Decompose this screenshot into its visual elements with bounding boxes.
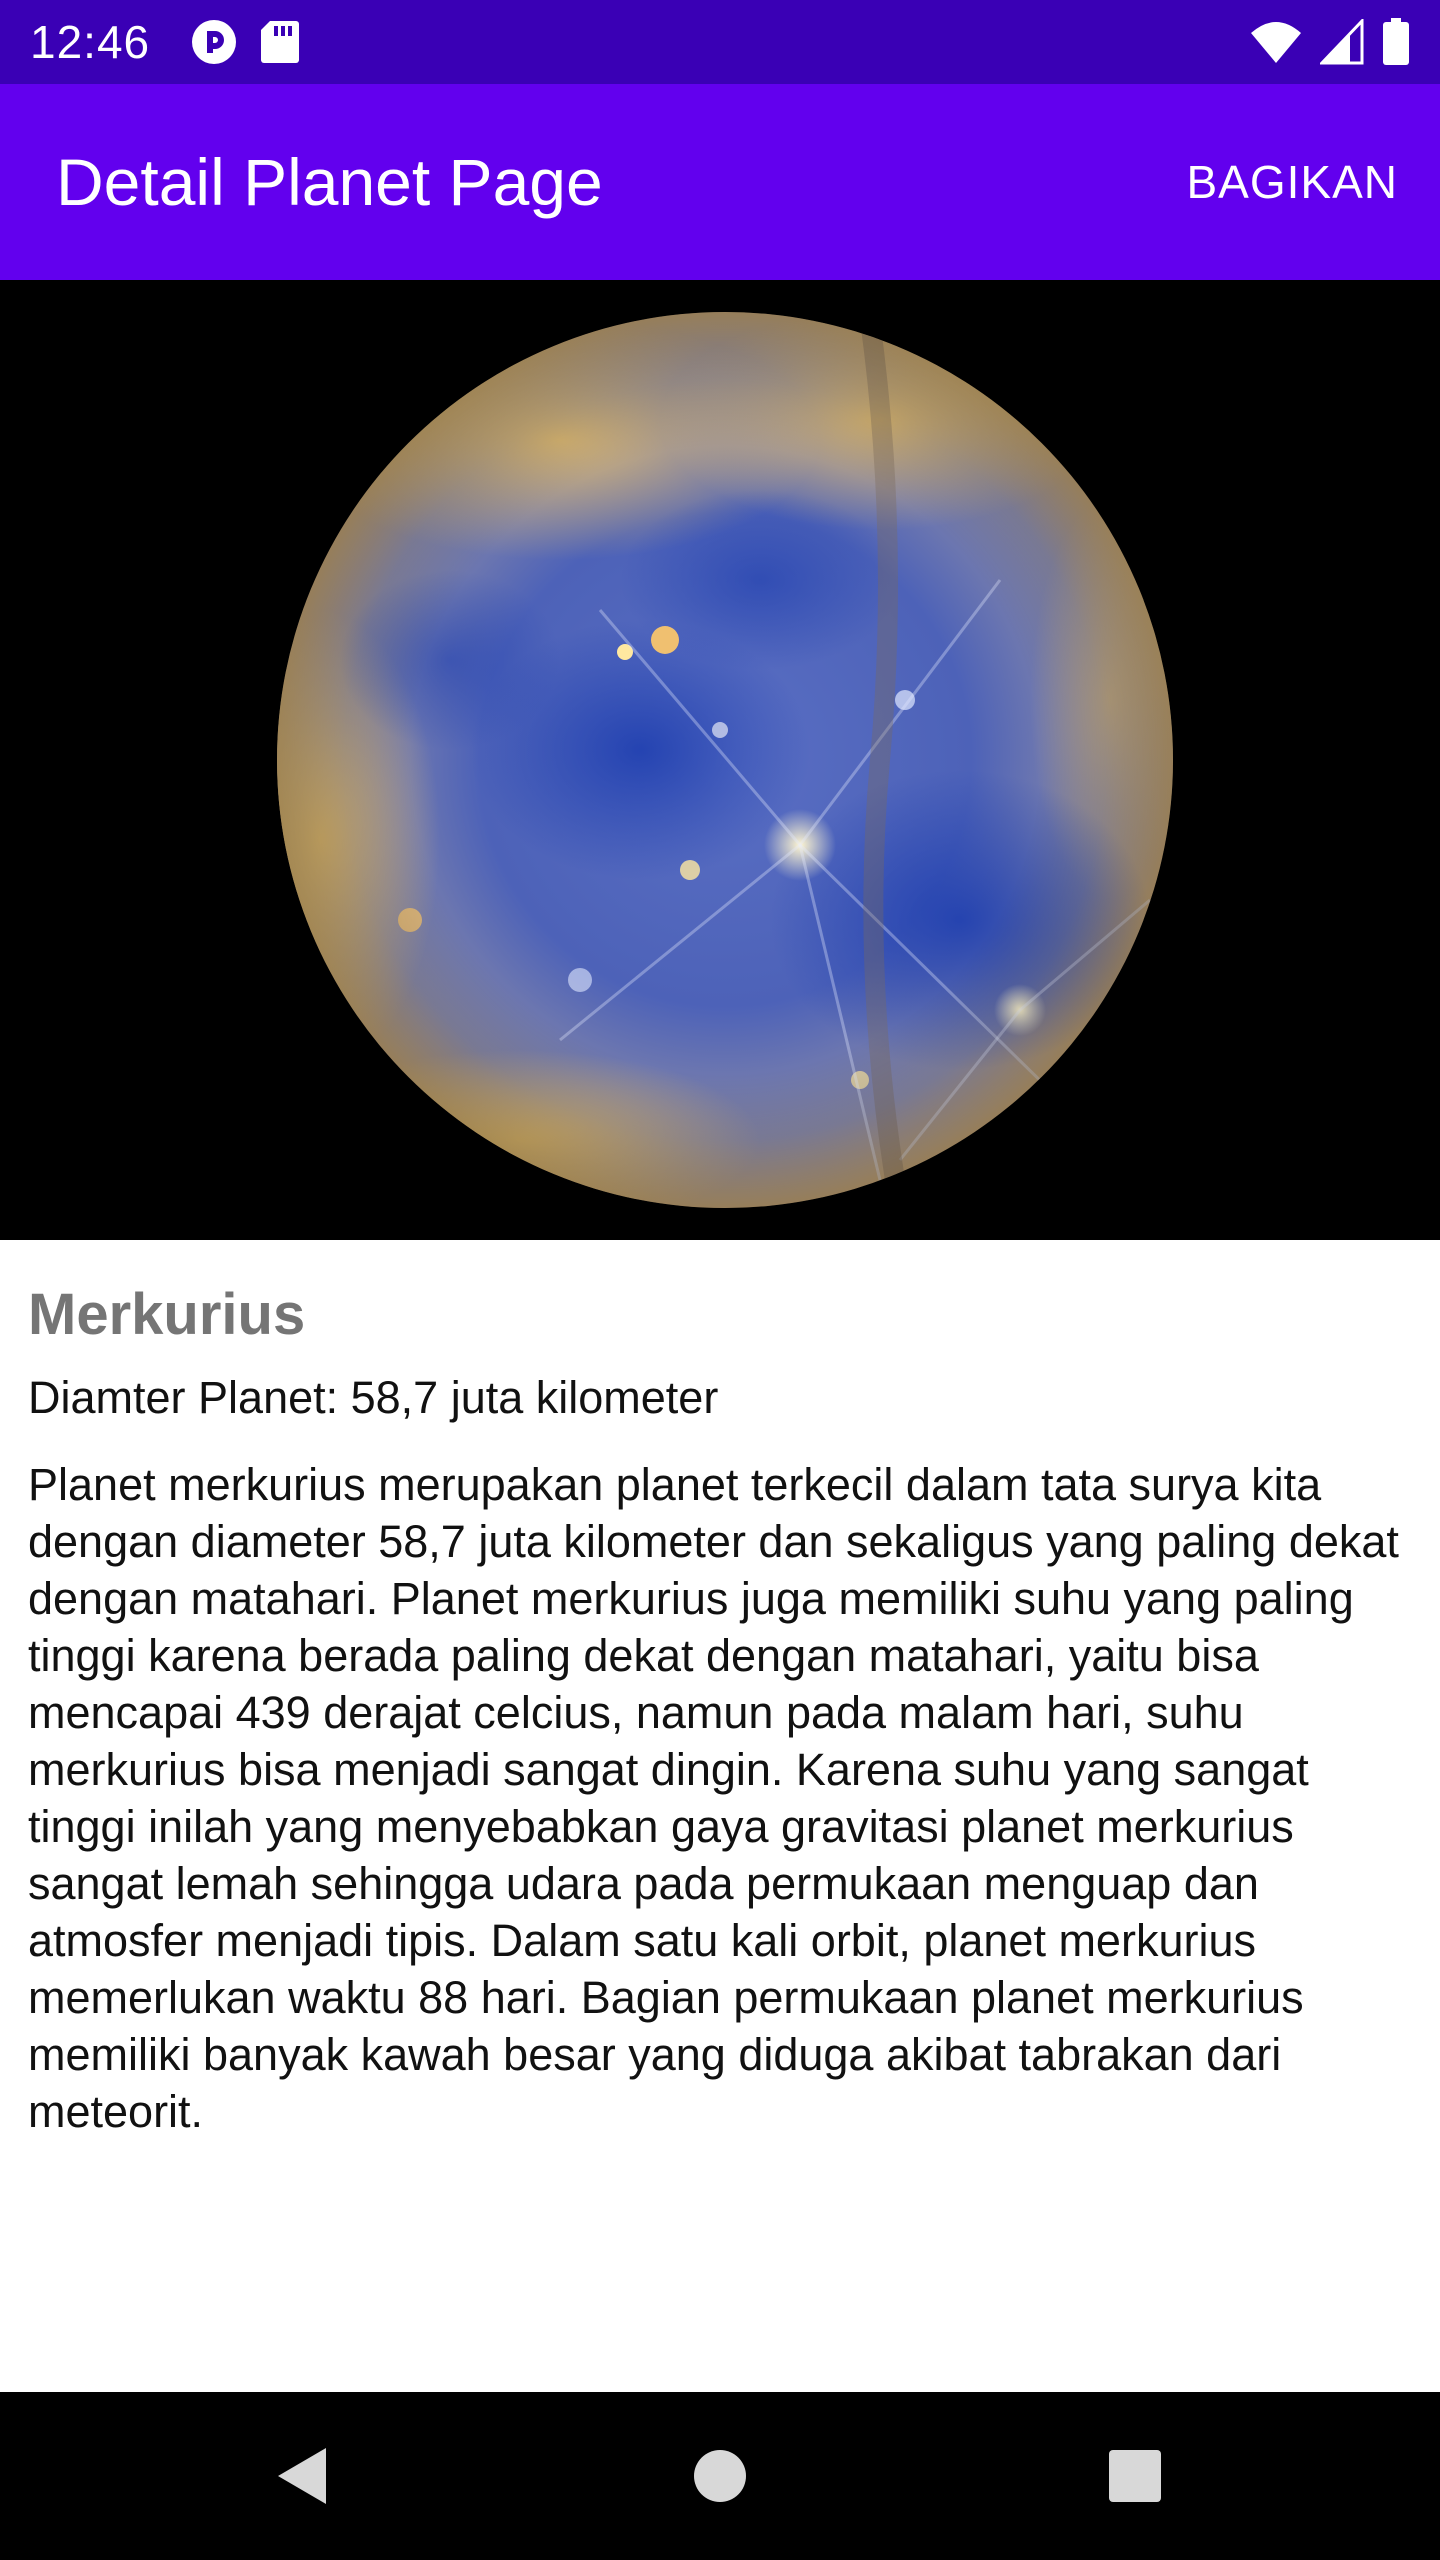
status-bar: 12:46 [0, 0, 1440, 84]
nav-recents-button[interactable] [1095, 2436, 1175, 2516]
back-icon [278, 2448, 326, 2504]
detail-planet-screen: 12:46 Detail Planet Page BAGIKAN Merkuri… [0, 0, 1440, 2560]
wifi-icon [1250, 19, 1302, 65]
pocket-casts-icon [190, 18, 238, 66]
recents-icon [1109, 2450, 1161, 2502]
navigation-bar [0, 2392, 1440, 2560]
battery-icon [1382, 18, 1410, 66]
planet-name: Merkurius [28, 1282, 306, 1347]
nav-back-button[interactable] [262, 2436, 342, 2516]
home-icon [694, 2450, 746, 2502]
planet-detail-content: Merkurius Diamter Planet: 58,7 juta kilo… [28, 1240, 1412, 2140]
app-bar: Detail Planet Page BAGIKAN [0, 84, 1440, 280]
status-notification-icons [190, 18, 300, 66]
cell-signal-icon [1320, 19, 1364, 65]
planet-diameter: Diamter Planet: 58,7 juta kilometer [28, 1372, 719, 1423]
nav-home-button[interactable] [680, 2436, 760, 2516]
share-button[interactable]: BAGIKAN [1186, 154, 1398, 210]
mercury-planet-photo [277, 312, 1173, 1208]
sd-card-icon [260, 19, 300, 65]
page-title: Detail Planet Page [56, 145, 603, 219]
planet-image [0, 280, 1440, 1240]
status-system-icons [1250, 18, 1410, 66]
status-time: 12:46 [30, 16, 151, 68]
planet-description: Planet merkurius merupakan planet terkec… [28, 1459, 1399, 2137]
